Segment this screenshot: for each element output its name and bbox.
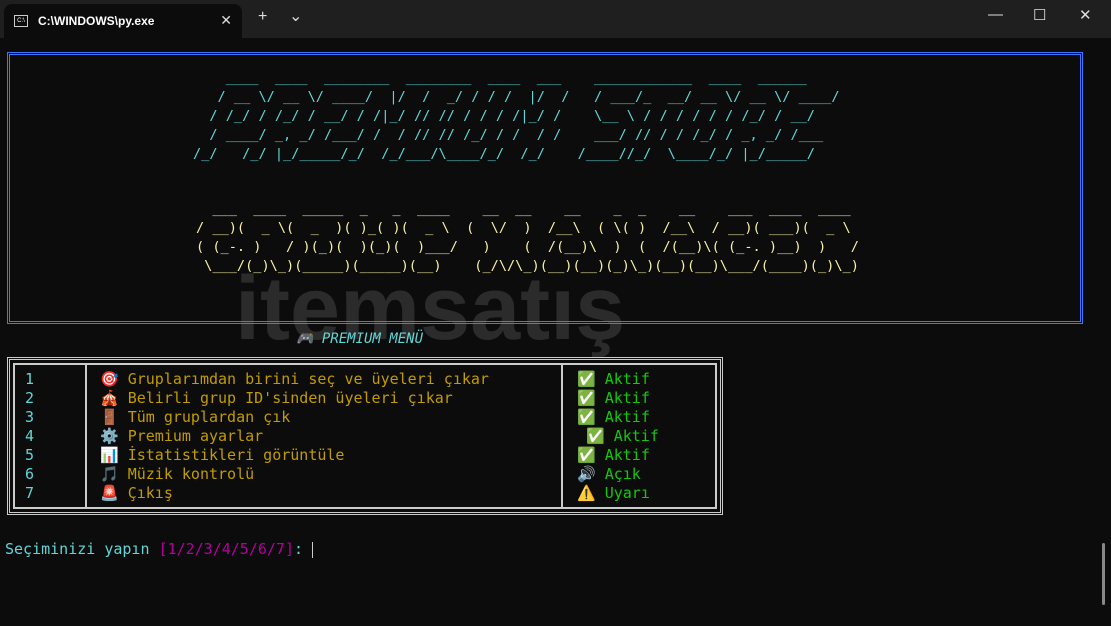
menu-item-status: ⚠️ Uyarı <box>577 484 650 502</box>
minimize-button[interactable]: — <box>988 6 1003 23</box>
status-icon: ✅ <box>586 427 605 445</box>
menu-item-status: ✅ Aktif <box>577 446 650 464</box>
prompt-options: [1/2/3/4/5/6/7] <box>158 540 294 558</box>
status-icon: 🔊 <box>577 465 596 483</box>
ascii-title-1: ____ ____ ________ ________ ____ ___ ___… <box>193 70 840 162</box>
menu-item-label: Tüm gruplardan çık <box>127 408 291 426</box>
status-icon: ✅ <box>577 370 596 388</box>
menu-item-number: 4 <box>25 427 35 445</box>
menu-item-icon: 🚨 <box>100 484 119 502</box>
menu-item-number: 3 <box>25 408 35 426</box>
status-icon: ⚠️ <box>577 484 596 502</box>
menu-item-label: Premium ayarlar <box>127 427 264 445</box>
banner-box: ____ ____ ________ ________ ____ ___ ___… <box>7 52 1083 324</box>
menu-table: 1 🎯 Gruplarımdan birini seç ve üyeleri ç… <box>7 357 723 515</box>
scrollbar[interactable] <box>1102 543 1105 605</box>
status-icon: ✅ <box>577 408 596 426</box>
menu-item[interactable]: 🎯 Gruplarımdan birini seç ve üyeleri çık… <box>100 370 489 389</box>
menu-item-status: ✅ Aktif <box>577 408 650 426</box>
menu-item[interactable]: 🚪 Tüm gruplardan çık <box>100 408 290 427</box>
menu-item-number: 7 <box>25 484 35 502</box>
menu-item-number: 1 <box>25 370 35 388</box>
menu-item-status: ✅ Aktif <box>577 370 650 388</box>
close-button[interactable]: ✕ <box>1079 6 1092 24</box>
menu-item-icon: 🚪 <box>100 408 119 426</box>
menu-item-number: 2 <box>25 389 35 407</box>
menu-item-label: Belirli grup ID'sinden üyeleri çıkar <box>127 389 453 407</box>
cursor <box>312 541 314 558</box>
menu-item[interactable]: ⚙️ Premium ayarlar <box>100 427 263 446</box>
prompt[interactable]: Seçiminizi yapın [1/2/3/4/5/6/7]: <box>5 540 314 559</box>
menu-item-icon: 🎯 <box>100 370 119 388</box>
maximize-button[interactable]: ☐ <box>1033 6 1046 24</box>
menu-item-status: ✅ Aktif <box>586 427 659 445</box>
menu-item-label: Gruplarımdan birini seç ve üyeleri çıkar <box>127 370 489 388</box>
menu-item-number: 5 <box>25 446 35 464</box>
status-icon: ✅ <box>577 389 596 407</box>
menu-item-icon: 🎪 <box>100 389 119 407</box>
menu-item-icon: 📊 <box>100 446 119 464</box>
dropdown-button[interactable]: ⌄ <box>289 6 302 26</box>
ascii-title-2: ___ ____ _____ _ _ ____ __ __ __ _ _ __ … <box>196 201 859 274</box>
new-tab-button[interactable]: + <box>258 8 267 26</box>
menu-item[interactable]: 🎪 Belirli grup ID'sinden üyeleri çıkar <box>100 389 453 408</box>
status-icon: ✅ <box>577 446 596 464</box>
menu-item-status: 🔊 Açık <box>577 465 641 483</box>
menu-item-number: 6 <box>25 465 35 483</box>
menu-item-status: ✅ Aktif <box>577 389 650 407</box>
menu-item-label: Müzik kontrolü <box>127 465 255 483</box>
title-bar: C:\ C:\WINDOWS\py.exe ✕ + ⌄ — ☐ ✕ <box>0 0 1111 38</box>
menu-item-label: Çıkış <box>127 484 173 502</box>
menu-title: 🎮 PREMIUM MENÜ <box>296 331 424 347</box>
tab-py-exe[interactable]: C:\ C:\WINDOWS\py.exe ✕ <box>4 4 242 38</box>
menu-item-icon: ⚙️ <box>100 427 119 445</box>
terminal-icon: C:\ <box>14 15 28 27</box>
menu-item-label: İstatistikleri görüntüle <box>127 446 345 464</box>
menu-item[interactable]: 🎵 Müzik kontrolü <box>100 465 254 484</box>
tab-title: C:\WINDOWS\py.exe <box>38 14 155 28</box>
menu-item-icon: 🎵 <box>100 465 119 483</box>
menu-item[interactable]: 🚨 Çıkış <box>100 484 173 503</box>
menu-item[interactable]: 📊 İstatistikleri görüntüle <box>100 446 344 465</box>
close-tab-button[interactable]: ✕ <box>220 12 232 29</box>
